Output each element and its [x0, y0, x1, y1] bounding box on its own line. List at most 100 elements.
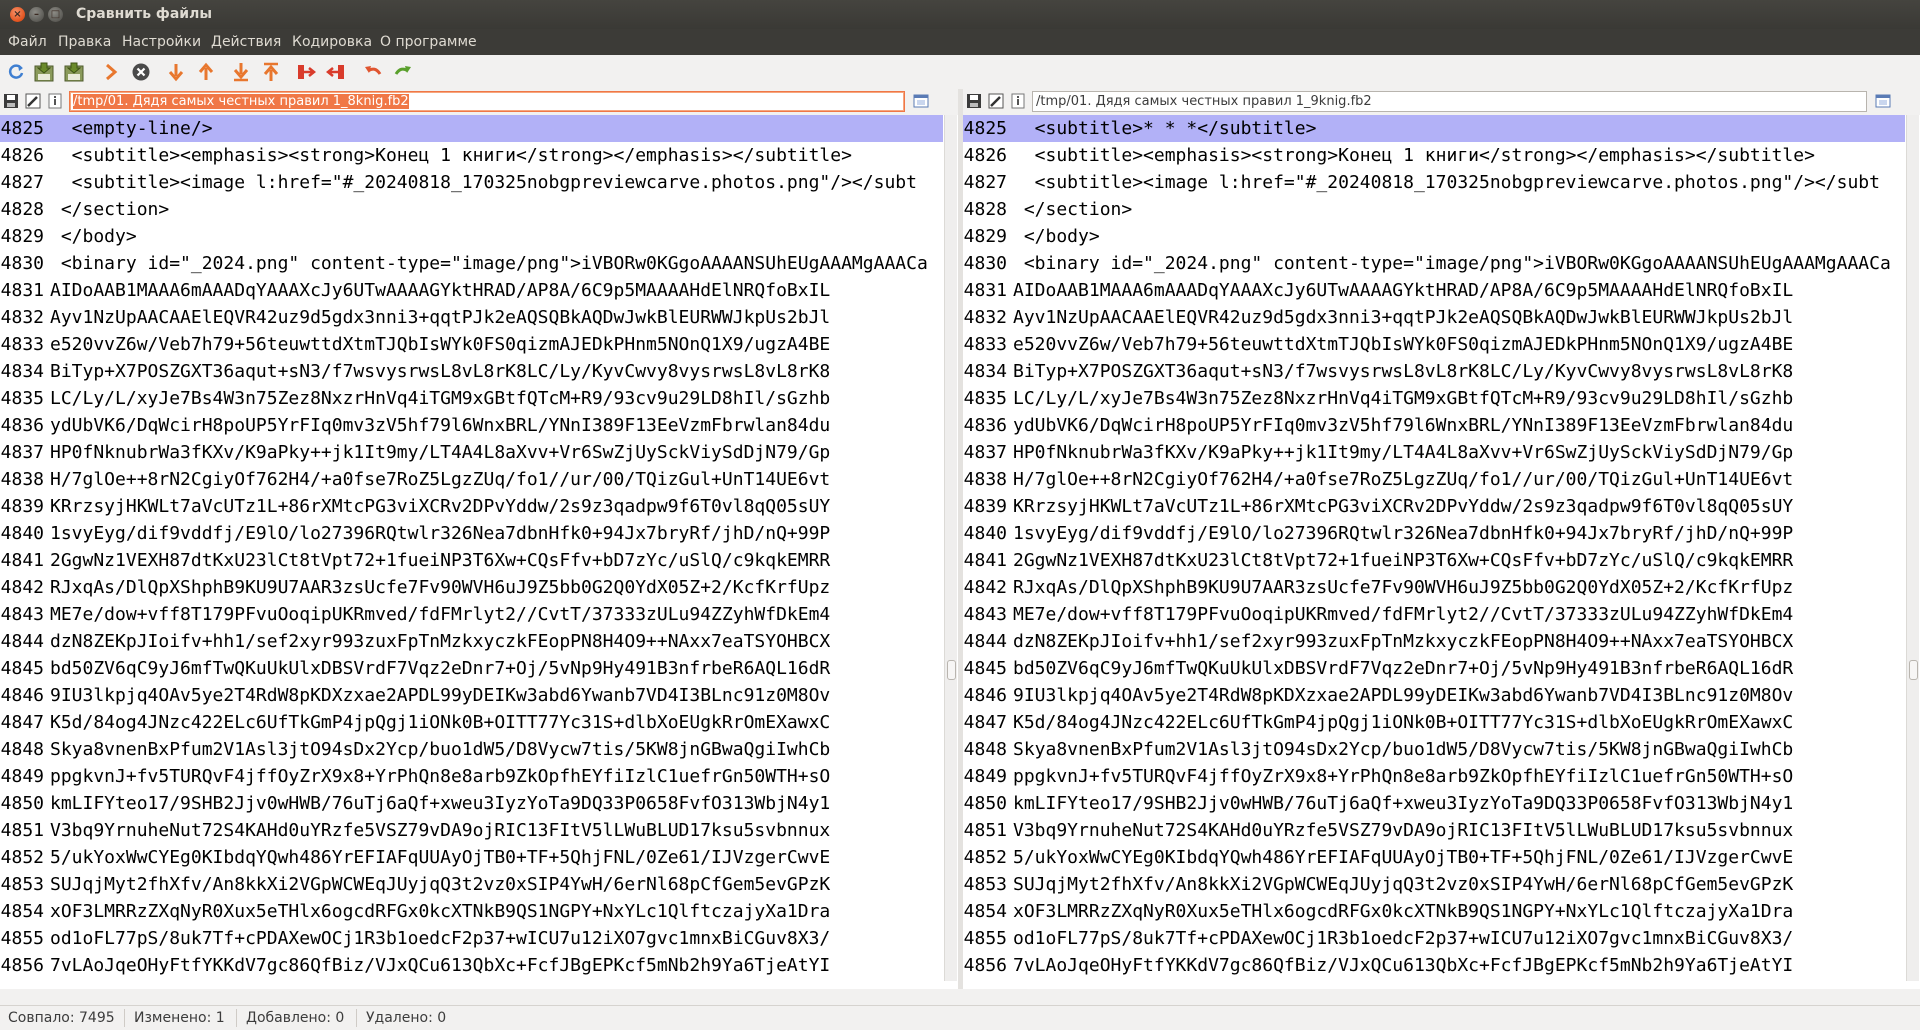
code-line[interactable]: 4828 </section>	[963, 196, 1905, 223]
menu-edit[interactable]: Правка	[58, 34, 111, 50]
code-line[interactable]: 4851 V3bq9YrnuheNut72S4KAHd0uYRzfe5VSZ79v…	[963, 817, 1905, 844]
code-line[interactable]: 4832 Ayv1NzUpAACAAElEQVR42uz9d5gdx3nni3+q…	[963, 304, 1905, 331]
window-minimize-button[interactable]: –	[29, 7, 44, 22]
code-line[interactable]: 4829 </body>	[0, 223, 943, 250]
code-line[interactable]: 4845 bd50ZV6qC9yJ6mfTwQKuUkUlxDBSVrdF7Vqz…	[0, 655, 943, 682]
code-line[interactable]: 4838 H/7glOe++8rN2CgiyOf762H4/+a0fse7RoZ5…	[0, 466, 943, 493]
refresh-button[interactable]	[3, 60, 29, 84]
menu-about[interactable]: О программе	[380, 34, 477, 50]
code-line[interactable]: 4852 5/ukYoxWwCYEg0KIbdqYQwh486YrEFIAFqUU…	[963, 844, 1905, 871]
code-line[interactable]: 4856 7vLAoJqeOHyFtfYKKdV7gc86QfBiz/VJxQCu…	[0, 952, 943, 979]
code-line[interactable]: 4834 BiTyp+X7POSZGXT36aqut+sN3/f7wsvysrws…	[0, 358, 943, 385]
copy-to-left-button[interactable]	[323, 60, 349, 84]
code-line[interactable]: 4827 <subtitle><image l:href="#_20240818…	[963, 169, 1905, 196]
code-line[interactable]: 4850 kmLIFYteo17/9SHB2Jjv0wHWB/76uTj6aQf+…	[963, 790, 1905, 817]
last-difference-button[interactable]	[228, 60, 254, 84]
right-edit-button[interactable]	[988, 93, 1004, 109]
left-save-button[interactable]	[3, 93, 19, 109]
code-line[interactable]: 4853 SUJqjMyt2fhXfv/An8kkXi2VGpWCWEqJUyjq…	[963, 871, 1905, 898]
code-line[interactable]: 4831 AIDoAAB1MAAA6mAAADqYAAAXcJy6UTwAAAAG…	[963, 277, 1905, 304]
code-line[interactable]: 4826 <subtitle><emphasis><strong>Конец 1…	[963, 142, 1905, 169]
window-close-button[interactable]: ×	[10, 7, 25, 22]
code-line[interactable]: 4840 1svyEyg/dif9vddfj/E9lO/lo27396RQtwlr…	[0, 520, 943, 547]
code-line[interactable]: 4845 bd50ZV6qC9yJ6mfTwQKuUkUlxDBSVrdF7Vqz…	[963, 655, 1905, 682]
right-code-view[interactable]: 4825 <subtitle>* * *</subtitle> 4826 <sub…	[963, 115, 1905, 981]
code-line[interactable]: 4826 <subtitle><emphasis><strong>Конец 1…	[0, 142, 943, 169]
code-line[interactable]: 4828 </section>	[0, 196, 943, 223]
code-line[interactable]: 4842 RJxqAs/DlQpXShphB9KU9U7AAR3zsUcfe7Fv…	[963, 574, 1905, 601]
left-scrollbar[interactable]	[944, 115, 957, 981]
code-line[interactable]: 4856 7vLAoJqeOHyFtfYKKdV7gc86QfBiz/VJxQCu…	[963, 952, 1905, 979]
redo-button[interactable]	[390, 60, 416, 84]
code-line[interactable]: 4839 KRrzsyjHKWLt7aVcUTz1L+86rXMtcPG3viXC…	[963, 493, 1905, 520]
code-line[interactable]: 4834 BiTyp+X7POSZGXT36aqut+sN3/f7wsvysrws…	[963, 358, 1905, 385]
code-line[interactable]: 4827 <subtitle><image l:href="#_20240818…	[0, 169, 943, 196]
code-line[interactable]: 4831 AIDoAAB1MAAA6mAAADqYAAAXcJy6UTwAAAAG…	[0, 277, 943, 304]
code-line[interactable]: 4854 xOF3LMRRzZXqNyR0Xux5eTHlx6ogcdRFGx0k…	[963, 898, 1905, 925]
code-line[interactable]: 4846 9IU3lkpjq4OAv5ye2T4RdW8pKDXzxae2APDL…	[0, 682, 943, 709]
code-line[interactable]: 4843 ME7e/dow+vff8T179PFvuOoqipUKRmved/fd…	[0, 601, 943, 628]
left-scrollbar-thumb[interactable]	[947, 660, 956, 680]
code-line[interactable]: 4835 LC/Ly/L/xyJe7Bs4W3n75Zez8NxzrHnVq4iT…	[0, 385, 943, 412]
code-line[interactable]: 4847 K5d/84og4JNzc422ELc6UfTkGmP4jpQgj1iO…	[0, 709, 943, 736]
undo-button[interactable]	[360, 60, 386, 84]
copy-to-right-button[interactable]	[293, 60, 319, 84]
code-line[interactable]: 4837 HP0fNknubrWa3fKXv/K9aPky++jk1It9my/L…	[963, 439, 1905, 466]
left-file-path[interactable]: /tmp/01. Дядя самых честных правил 1_8kn…	[69, 91, 905, 112]
left-code-view[interactable]: 4825 <empty-line/> 4826 <subtitle><emphas…	[0, 115, 943, 981]
code-line[interactable]: 4857 IGHc72wtFmmWCuLbBrmruwuFw7/PdhN1GrBa…	[0, 979, 943, 981]
code-line[interactable]: 4837 HP0fNknubrWa3fKXv/K9aPky++jk1It9my/L…	[0, 439, 943, 466]
code-line[interactable]: 4843 ME7e/dow+vff8T179PFvuOoqipUKRmved/fd…	[963, 601, 1905, 628]
code-line[interactable]: 4840 1svyEyg/dif9vddfj/E9lO/lo27396RQtwlr…	[963, 520, 1905, 547]
code-line[interactable]: 4854 xOF3LMRRzZXqNyR0Xux5eTHlx6ogcdRFGx0k…	[0, 898, 943, 925]
code-line[interactable]: 4836 ydUbVK6/DqWcirH8poUP5YrFIq0mv3zV5hf7…	[0, 412, 943, 439]
menu-actions[interactable]: Действия	[211, 34, 281, 50]
code-line[interactable]: 4855 od1oFL77pS/8uk7Tf+cPDAXewOCj1R3b1oed…	[963, 925, 1905, 952]
move-up-button[interactable]	[193, 60, 219, 84]
code-line[interactable]: 4841 2GgwNz1VEXH87dtKxU23lCt8tVpt72+1fuei…	[0, 547, 943, 574]
code-line[interactable]: 4842 RJxqAs/DlQpXShphB9KU9U7AAR3zsUcfe7Fv…	[0, 574, 943, 601]
code-line[interactable]: 4833 e520vvZ6w/Veb7h79+56teuwttdXtmTJQbIs…	[0, 331, 943, 358]
right-info-button[interactable]	[1010, 93, 1026, 109]
code-line[interactable]: 4836 ydUbVK6/DqWcirH8poUP5YrFIq0mv3zV5hf7…	[963, 412, 1905, 439]
code-line[interactable]: 4848 Skya8vnenBxPfum2V1Asl3jtO94sDx2Ycp/b…	[963, 736, 1905, 763]
code-line[interactable]: 4830 <binary id="_2024.png" content-type…	[963, 250, 1905, 277]
window-maximize-button[interactable]: □	[48, 7, 63, 22]
code-line[interactable]: 4855 od1oFL77pS/8uk7Tf+cPDAXewOCj1R3b1oed…	[0, 925, 943, 952]
code-line[interactable]: 4844 dzN8ZEKpJIoifv+hh1/sef2xyr993zuxFpTn…	[0, 628, 943, 655]
code-line[interactable]: 4829 </body>	[963, 223, 1905, 250]
code-line[interactable]: 4841 2GgwNz1VEXH87dtKxU23lCt8tVpt72+1fuei…	[963, 547, 1905, 574]
code-line[interactable]: 4846 9IU3lkpjq4OAv5ye2T4RdW8pKDXzxae2APDL…	[963, 682, 1905, 709]
code-line[interactable]: 4852 5/ukYoxWwCYEg0KIbdqYQwh486YrEFIAFqUU…	[0, 844, 943, 871]
code-line[interactable]: 4850 kmLIFYteo17/9SHB2Jjv0wHWB/76uTj6aQf+…	[0, 790, 943, 817]
code-line[interactable]: 4830 <binary id="_2024.png" content-type…	[0, 250, 943, 277]
first-difference-button[interactable]	[258, 60, 284, 84]
save-left-button[interactable]	[31, 60, 57, 84]
code-line[interactable]: 4833 e520vvZ6w/Veb7h79+56teuwttdXtmTJQbIs…	[963, 331, 1905, 358]
save-right-button[interactable]	[61, 60, 87, 84]
left-info-button[interactable]	[47, 93, 63, 109]
stop-button[interactable]	[128, 60, 154, 84]
code-line[interactable]: 4839 KRrzsyjHKWLt7aVcUTz1L+86rXMtcPG3viXC…	[0, 493, 943, 520]
code-line[interactable]: 4849 ppgkvnJ+fv5TURQvF4jffOyZrX9x8+YrPhQn…	[963, 763, 1905, 790]
code-line[interactable]: 4849 ppgkvnJ+fv5TURQvF4jffOyZrX9x8+YrPhQn…	[0, 763, 943, 790]
right-save-button[interactable]	[966, 93, 982, 109]
code-line[interactable]: 4848 Skya8vnenBxPfum2V1Asl3jtO94sDx2Ycp/b…	[0, 736, 943, 763]
code-line[interactable]: 4853 SUJqjMyt2fhXfv/An8kkXi2VGpWCWEqJUyjq…	[0, 871, 943, 898]
diff-highlighted-line[interactable]: 4825 <subtitle>* * *</subtitle>	[963, 115, 1905, 142]
code-line[interactable]: 4832 Ayv1NzUpAACAAElEQVR42uz9d5gdx3nni3+q…	[0, 304, 943, 331]
left-open-button[interactable]	[913, 93, 929, 109]
next-difference-button[interactable]	[98, 60, 124, 84]
code-line[interactable]: 4835 LC/Ly/L/xyJe7Bs4W3n75Zez8NxzrHnVq4iT…	[963, 385, 1905, 412]
menu-file[interactable]: Файл	[8, 34, 47, 50]
code-line[interactable]: 4838 H/7glOe++8rN2CgiyOf762H4/+a0fse7RoZ5…	[963, 466, 1905, 493]
code-line[interactable]: 4851 V3bq9YrnuheNut72S4KAHd0uYRzfe5VSZ79v…	[0, 817, 943, 844]
menu-settings[interactable]: Настройки	[122, 34, 201, 50]
code-line[interactable]: 4857 IGHc72wtFmmWCuLbBrmruwuFw7/PdhN1GrBa…	[963, 979, 1905, 981]
diff-highlighted-line[interactable]: 4825 <empty-line/>	[0, 115, 943, 142]
code-line[interactable]: 4844 dzN8ZEKpJIoifv+hh1/sef2xyr993zuxFpTn…	[963, 628, 1905, 655]
right-open-button[interactable]	[1875, 93, 1891, 109]
right-scrollbar-thumb[interactable]	[1909, 660, 1918, 680]
right-file-path[interactable]: /tmp/01. Дядя самых честных правил 1_9kn…	[1032, 91, 1867, 112]
right-scrollbar[interactable]	[1906, 115, 1919, 981]
